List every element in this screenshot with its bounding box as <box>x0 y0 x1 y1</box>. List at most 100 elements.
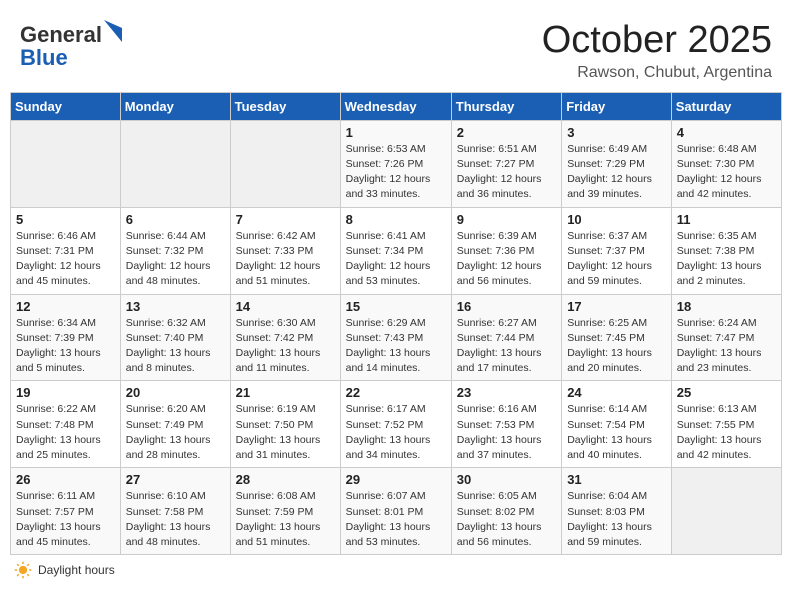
calendar-cell: 15 Sunrise: 6:29 AM Sunset: 7:43 PM Dayli… <box>340 294 451 381</box>
logo-general: General <box>20 22 102 47</box>
calendar-table: SundayMondayTuesdayWednesdayThursdayFrid… <box>10 92 782 555</box>
calendar-cell: 6 Sunrise: 6:44 AM Sunset: 7:32 PM Daylig… <box>120 207 230 294</box>
day-info: Sunrise: 6:13 AM Sunset: 7:55 PM Dayligh… <box>677 402 776 463</box>
day-number: 3 <box>567 125 666 140</box>
day-number: 23 <box>457 385 556 400</box>
calendar-cell: 22Sunrise: 6:17 AM Sunset: 7:52 PM Dayli… <box>340 381 451 468</box>
day-number: 29 <box>346 472 446 487</box>
day-info: Sunrise: 6:27 AM Sunset: 7:44 PM Dayligh… <box>457 316 556 377</box>
day-info: Sunrise: 6:53 AM Sunset: 7:26 PM Dayligh… <box>346 142 446 203</box>
day-number: 14 <box>236 299 335 314</box>
calendar-header-row: SundayMondayTuesdayWednesdayThursdayFrid… <box>11 92 782 120</box>
calendar-cell: 29Sunrise: 6:07 AM Sunset: 8:01 PM Dayli… <box>340 468 451 555</box>
day-info: Sunrise: 6:46 AM Sunset: 7:31 PM Dayligh… <box>16 229 115 290</box>
column-header-wednesday: Wednesday <box>340 92 451 120</box>
calendar-cell: 19 Sunrise: 6:22 AM Sunset: 7:48 PM Dayli… <box>11 381 121 468</box>
calendar-cell: 20 Sunrise: 6:20 AM Sunset: 7:49 PM Dayli… <box>120 381 230 468</box>
day-number: 5 <box>16 212 115 227</box>
column-header-saturday: Saturday <box>671 92 781 120</box>
day-info: Sunrise: 6:44 AM Sunset: 7:32 PM Dayligh… <box>126 229 225 290</box>
day-info: Sunrise: 6:17 AM Sunset: 7:52 PM Dayligh… <box>346 402 446 463</box>
day-number: 19 <box>16 385 115 400</box>
calendar-cell: 3 Sunrise: 6:49 AM Sunset: 7:29 PM Daylig… <box>562 120 672 207</box>
column-header-friday: Friday <box>562 92 672 120</box>
day-info: Sunrise: 6:04 AM Sunset: 8:03 PM Dayligh… <box>567 489 666 550</box>
logo-icon <box>104 20 122 42</box>
calendar-cell: 26 Sunrise: 6:11 AM Sunset: 7:57 PM Dayli… <box>11 468 121 555</box>
day-number: 13 <box>126 299 225 314</box>
calendar-cell: 14Sunrise: 6:30 AM Sunset: 7:42 PM Dayli… <box>230 294 340 381</box>
day-info: Sunrise: 6:51 AM Sunset: 7:27 PM Dayligh… <box>457 142 556 203</box>
calendar-cell: 11 Sunrise: 6:35 AM Sunset: 7:38 PM Dayli… <box>671 207 781 294</box>
day-info: Sunrise: 6:32 AM Sunset: 7:40 PM Dayligh… <box>126 316 225 377</box>
calendar-cell: 5 Sunrise: 6:46 AM Sunset: 7:31 PM Daylig… <box>11 207 121 294</box>
calendar-week-row: 19 Sunrise: 6:22 AM Sunset: 7:48 PM Dayli… <box>11 381 782 468</box>
day-number: 11 <box>677 212 776 227</box>
calendar-week-row: 5 Sunrise: 6:46 AM Sunset: 7:31 PM Daylig… <box>11 207 782 294</box>
column-header-tuesday: Tuesday <box>230 92 340 120</box>
day-number: 27 <box>126 472 225 487</box>
day-number: 2 <box>457 125 556 140</box>
day-info: Sunrise: 6:16 AM Sunset: 7:53 PM Dayligh… <box>457 402 556 463</box>
day-number: 15 <box>346 299 446 314</box>
calendar-cell: 24 Sunrise: 6:14 AM Sunset: 7:54 PM Dayli… <box>562 381 672 468</box>
calendar-cell: 25 Sunrise: 6:13 AM Sunset: 7:55 PM Dayli… <box>671 381 781 468</box>
day-info: Sunrise: 6:08 AM Sunset: 7:59 PM Dayligh… <box>236 489 335 550</box>
day-info: Sunrise: 6:37 AM Sunset: 7:37 PM Dayligh… <box>567 229 666 290</box>
day-number: 25 <box>677 385 776 400</box>
day-number: 16 <box>457 299 556 314</box>
day-info: Sunrise: 6:14 AM Sunset: 7:54 PM Dayligh… <box>567 402 666 463</box>
calendar-cell: 17 Sunrise: 6:25 AM Sunset: 7:45 PM Dayli… <box>562 294 672 381</box>
day-info: Sunrise: 6:05 AM Sunset: 8:02 PM Dayligh… <box>457 489 556 550</box>
calendar-cell: 23 Sunrise: 6:16 AM Sunset: 7:53 PM Dayli… <box>451 381 561 468</box>
calendar-cell <box>230 120 340 207</box>
day-info: Sunrise: 6:25 AM Sunset: 7:45 PM Dayligh… <box>567 316 666 377</box>
day-number: 6 <box>126 212 225 227</box>
day-info: Sunrise: 6:41 AM Sunset: 7:34 PM Dayligh… <box>346 229 446 290</box>
calendar-cell: 27Sunrise: 6:10 AM Sunset: 7:58 PM Dayli… <box>120 468 230 555</box>
calendar-cell <box>11 120 121 207</box>
calendar-cell: 30 Sunrise: 6:05 AM Sunset: 8:02 PM Dayli… <box>451 468 561 555</box>
calendar-cell: 1Sunrise: 6:53 AM Sunset: 7:26 PM Daylig… <box>340 120 451 207</box>
day-number: 10 <box>567 212 666 227</box>
calendar-cell: 31 Sunrise: 6:04 AM Sunset: 8:03 PM Dayli… <box>562 468 672 555</box>
day-info: Sunrise: 6:42 AM Sunset: 7:33 PM Dayligh… <box>236 229 335 290</box>
day-number: 8 <box>346 212 446 227</box>
day-number: 31 <box>567 472 666 487</box>
calendar-cell: 21Sunrise: 6:19 AM Sunset: 7:50 PM Dayli… <box>230 381 340 468</box>
day-number: 18 <box>677 299 776 314</box>
day-number: 7 <box>236 212 335 227</box>
title-section: October 2025 Rawson, Chubut, Argentina <box>542 20 772 82</box>
day-number: 28 <box>236 472 335 487</box>
calendar-cell: 2 Sunrise: 6:51 AM Sunset: 7:27 PM Daylig… <box>451 120 561 207</box>
column-header-sunday: Sunday <box>11 92 121 120</box>
calendar-cell: 13 Sunrise: 6:32 AM Sunset: 7:40 PM Dayli… <box>120 294 230 381</box>
calendar-cell: 12Sunrise: 6:34 AM Sunset: 7:39 PM Dayli… <box>11 294 121 381</box>
location-title: Rawson, Chubut, Argentina <box>542 64 772 82</box>
day-info: Sunrise: 6:19 AM Sunset: 7:50 PM Dayligh… <box>236 402 335 463</box>
day-number: 26 <box>16 472 115 487</box>
day-info: Sunrise: 6:48 AM Sunset: 7:30 PM Dayligh… <box>677 142 776 203</box>
day-info: Sunrise: 6:24 AM Sunset: 7:47 PM Dayligh… <box>677 316 776 377</box>
day-number: 24 <box>567 385 666 400</box>
day-info: Sunrise: 6:22 AM Sunset: 7:48 PM Dayligh… <box>16 402 115 463</box>
calendar-cell: 16 Sunrise: 6:27 AM Sunset: 7:44 PM Dayli… <box>451 294 561 381</box>
day-number: 20 <box>126 385 225 400</box>
calendar-cell: 18 Sunrise: 6:24 AM Sunset: 7:47 PM Dayli… <box>671 294 781 381</box>
logo-blue: Blue <box>20 45 68 70</box>
day-info: Sunrise: 6:20 AM Sunset: 7:49 PM Dayligh… <box>126 402 225 463</box>
day-number: 4 <box>677 125 776 140</box>
day-number: 30 <box>457 472 556 487</box>
month-title: October 2025 <box>542 20 772 62</box>
logo: General Blue <box>20 20 122 70</box>
calendar-cell: 7 Sunrise: 6:42 AM Sunset: 7:33 PM Daylig… <box>230 207 340 294</box>
calendar-cell: 28 Sunrise: 6:08 AM Sunset: 7:59 PM Dayli… <box>230 468 340 555</box>
day-number: 17 <box>567 299 666 314</box>
day-info: Sunrise: 6:49 AM Sunset: 7:29 PM Dayligh… <box>567 142 666 203</box>
calendar-week-row: 1Sunrise: 6:53 AM Sunset: 7:26 PM Daylig… <box>11 120 782 207</box>
calendar-cell <box>120 120 230 207</box>
day-info: Sunrise: 6:11 AM Sunset: 7:57 PM Dayligh… <box>16 489 115 550</box>
day-info: Sunrise: 6:35 AM Sunset: 7:38 PM Dayligh… <box>677 229 776 290</box>
calendar-cell: 10 Sunrise: 6:37 AM Sunset: 7:37 PM Dayli… <box>562 207 672 294</box>
day-info: Sunrise: 6:29 AM Sunset: 7:43 PM Dayligh… <box>346 316 446 377</box>
